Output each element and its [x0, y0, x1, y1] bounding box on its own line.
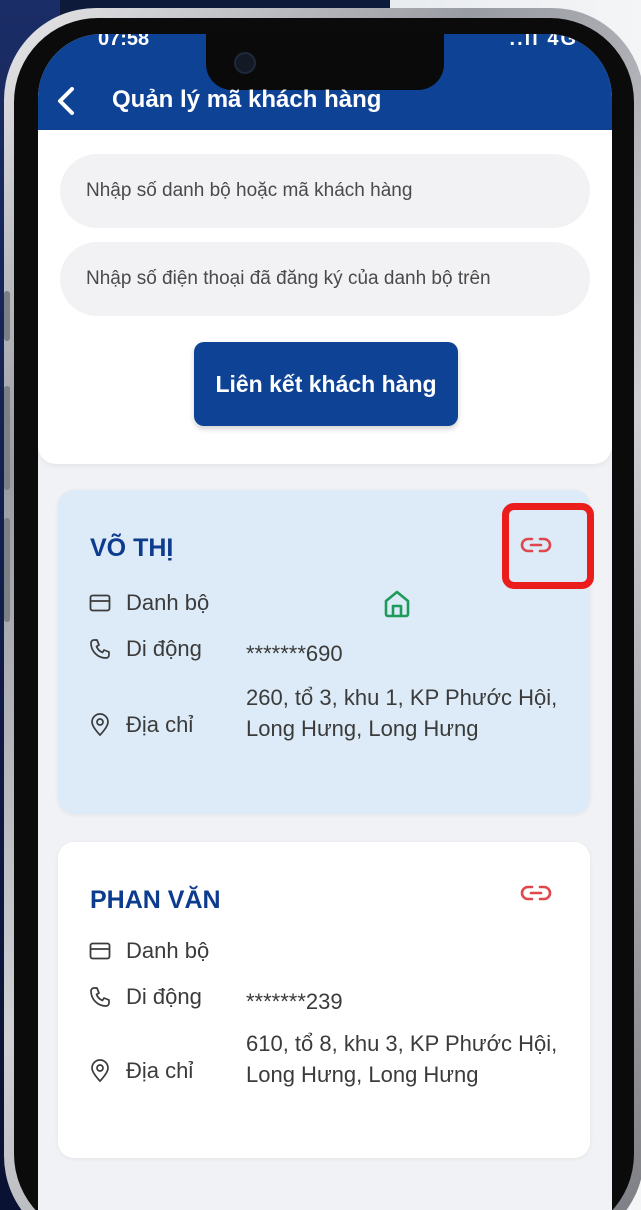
mobile-label: Di động [126, 984, 202, 1009]
home-icon [384, 590, 410, 618]
location-pin-icon [88, 713, 112, 737]
link-chain-icon[interactable] [520, 534, 552, 556]
mobile-value: *******239 [246, 989, 343, 1014]
phone-icon [88, 985, 112, 1009]
card-icon [88, 939, 112, 963]
customer-name: VÕ THỊ [90, 534, 174, 562]
chevron-left-icon [58, 87, 74, 115]
account-row: Danh bộ [88, 590, 209, 616]
customer-name: PHAN VĂN [90, 886, 221, 914]
side-button [4, 386, 10, 490]
address-value: 610, tổ 8, khu 3, KP Phước Hội, Long Hưn… [246, 1031, 558, 1087]
address-value: 260, tổ 3, khu 1, KP Phước Hội, Long Hưn… [246, 685, 558, 741]
mobile-row: Di động [88, 984, 202, 1010]
customer-card[interactable]: VÕ THỊ Danh bộ Di động *******690 Địa ch… [58, 490, 594, 814]
registered-phone-placeholder: Nhập số điện thoại đã đăng ký của danh b… [86, 268, 491, 289]
card-icon [88, 591, 112, 615]
address-label: Địa chỉ [126, 712, 194, 737]
link-customer-button[interactable]: Liên kết khách hàng [194, 342, 458, 426]
mobile-label: Di động [126, 636, 202, 661]
account-label: Danh bộ [126, 590, 210, 615]
address-row: Địa chỉ [88, 712, 193, 738]
customer-code-placeholder: Nhập số danh bộ hoặc mã khách hàng [86, 180, 413, 201]
side-button [4, 518, 10, 622]
address-row: Địa chỉ [88, 1058, 193, 1084]
front-camera [234, 52, 256, 74]
address-label: Địa chỉ [126, 1058, 194, 1083]
status-icons: ..ll 4G [509, 34, 578, 50]
link-form: Nhập số danh bộ hoặc mã khách hàng Nhập … [38, 130, 612, 464]
camera-notch [206, 34, 444, 90]
page-title: Quản lý mã khách hàng [112, 86, 382, 113]
back-button[interactable] [52, 84, 80, 118]
registered-phone-input[interactable]: Nhập số điện thoại đã đăng ký của danh b… [60, 242, 590, 316]
customer-code-input[interactable]: Nhập số danh bộ hoặc mã khách hàng [60, 154, 590, 228]
phone-icon [88, 637, 112, 661]
account-label: Danh bộ [126, 938, 210, 963]
mobile-row: Di động [88, 636, 202, 662]
location-pin-icon [88, 1059, 112, 1083]
app-screen: 07:58 ..ll 4G Quản lý mã khách hàng Nhập… [38, 34, 612, 1210]
link-chain-icon[interactable] [520, 882, 552, 904]
mobile-value: *******690 [246, 641, 343, 666]
customer-card[interactable]: PHAN VĂN Danh bộ Di động *******239 Địa … [58, 842, 590, 1158]
account-row: Danh bộ [88, 938, 209, 964]
app-header: 07:58 ..ll 4G Quản lý mã khách hàng [38, 34, 612, 130]
side-button [4, 291, 10, 341]
status-time: 07:58 [98, 34, 150, 50]
